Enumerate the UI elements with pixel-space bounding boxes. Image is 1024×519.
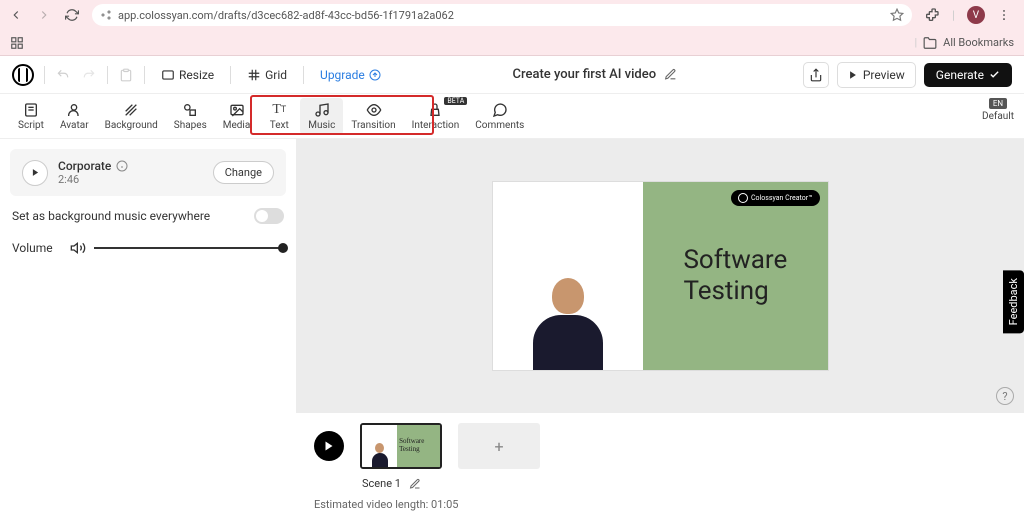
share-button[interactable] [803, 62, 829, 88]
tool-script[interactable]: Script [10, 98, 52, 135]
bg-music-toggle[interactable] [254, 208, 284, 224]
track-play-icon[interactable] [22, 160, 48, 186]
folder-icon [923, 36, 937, 50]
back-icon[interactable] [8, 7, 24, 23]
tool-music[interactable]: Music [300, 98, 343, 135]
reload-icon[interactable] [64, 7, 80, 23]
music-panel: Corporate 2:46 Change Set as background … [0, 139, 296, 519]
redo-icon[interactable] [81, 67, 97, 83]
timeline: Software Testing + [296, 413, 1024, 475]
music-track-card: Corporate 2:46 Change [10, 149, 286, 196]
volume-label: Volume [12, 241, 62, 255]
paste-icon[interactable] [118, 67, 134, 83]
upgrade-button[interactable]: Upgrade [314, 65, 387, 85]
app-logo[interactable] [12, 64, 34, 86]
resize-button[interactable]: Resize [155, 65, 220, 85]
tool-avatar[interactable]: Avatar [52, 98, 97, 135]
help-icon[interactable]: ? [996, 387, 1014, 405]
url-text: app.colossyan.com/drafts/d3cec682-ad8f-4… [118, 9, 454, 22]
forward-icon[interactable] [36, 7, 52, 23]
tool-transition[interactable]: Transition [343, 98, 403, 135]
canvas[interactable]: Colossyan Creator™ SoftwareTesting ? [296, 139, 1024, 413]
tool-interaction[interactable]: BETAInteraction [404, 98, 468, 135]
generate-button[interactable]: Generate [924, 63, 1012, 87]
document-title: Create your first AI video [513, 67, 678, 82]
avatar-figure [528, 270, 608, 370]
feedback-tab[interactable]: Feedback [1003, 270, 1024, 333]
speaker-icon [70, 240, 86, 256]
kebab-icon[interactable] [997, 8, 1011, 22]
app-top-bar: Resize Grid Upgrade Create your first AI… [0, 56, 1024, 94]
extensions-icon[interactable] [924, 7, 940, 23]
tool-comments[interactable]: Comments [467, 98, 532, 135]
star-icon[interactable] [890, 8, 904, 22]
bookmark-bar: | All Bookmarks [0, 30, 1024, 56]
watermark-badge: Colossyan Creator™ [731, 190, 820, 206]
browser-nav: app.colossyan.com/drafts/d3cec682-ad8f-4… [0, 0, 1024, 30]
language-selector[interactable]: EN Default [982, 98, 1014, 122]
scene-thumbnail[interactable]: Software Testing [360, 423, 442, 469]
bg-music-label: Set as background music everywhere [12, 209, 210, 223]
estimated-length: Estimated video length: 01:05 [296, 494, 1024, 519]
grid-button[interactable]: Grid [241, 65, 293, 85]
preview-button[interactable]: Preview [837, 62, 916, 88]
change-track-button[interactable]: Change [213, 161, 274, 184]
edit-scene-icon[interactable] [409, 478, 421, 490]
tool-background[interactable]: Background [97, 98, 166, 135]
slide-title: SoftwareTesting [669, 245, 801, 307]
site-info-icon [100, 9, 112, 21]
add-scene-button[interactable]: + [458, 423, 540, 469]
tool-shapes[interactable]: Shapes [166, 98, 215, 135]
address-bar[interactable]: app.colossyan.com/drafts/d3cec682-ad8f-4… [92, 4, 912, 26]
volume-slider[interactable] [94, 247, 284, 249]
apps-icon[interactable] [10, 36, 24, 50]
tool-text[interactable]: TTText [258, 98, 300, 135]
tools-toolbar: Script Avatar Background Shapes Media TT… [0, 94, 1024, 139]
all-bookmarks[interactable]: All Bookmarks [943, 36, 1014, 49]
tool-media[interactable]: Media [215, 98, 259, 135]
undo-icon[interactable] [55, 67, 71, 83]
edit-title-icon[interactable] [664, 68, 677, 81]
track-duration: 2:46 [58, 173, 203, 186]
info-icon[interactable] [116, 160, 128, 172]
scene-label: Scene 1 [362, 477, 401, 490]
slide-preview[interactable]: Colossyan Creator™ SoftwareTesting [493, 182, 828, 370]
profile-avatar[interactable]: V [967, 6, 985, 24]
timeline-play-icon[interactable] [314, 431, 344, 461]
track-name: Corporate [58, 159, 111, 173]
